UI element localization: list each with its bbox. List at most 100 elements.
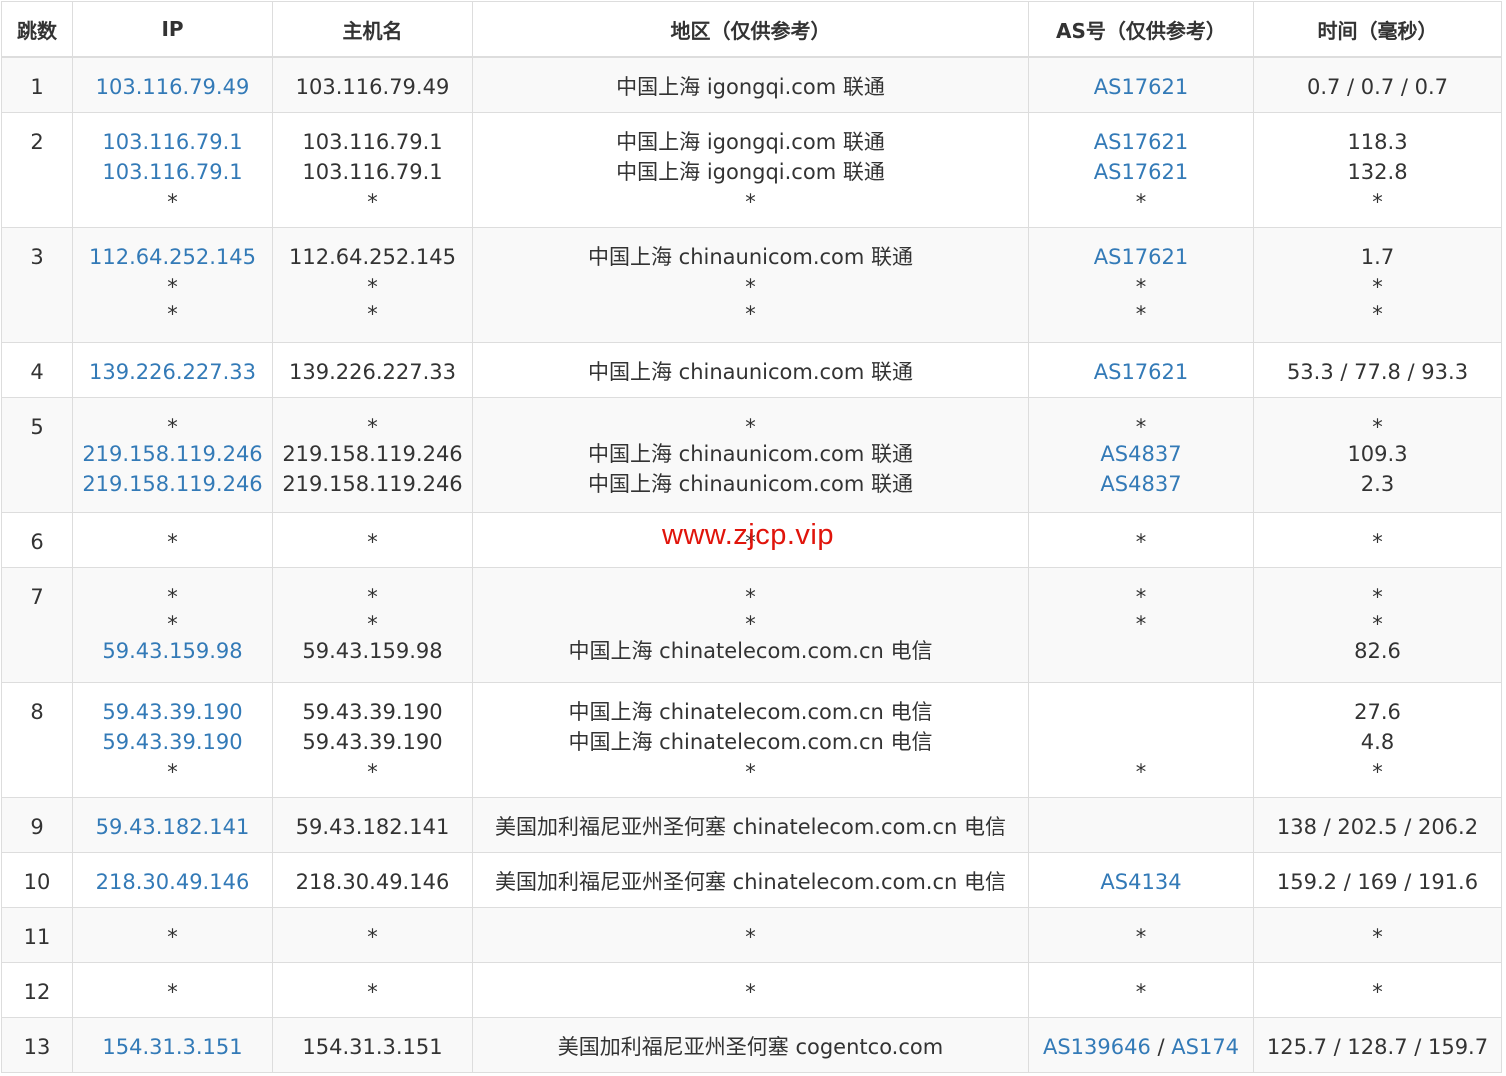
as-line [1029,727,1253,757]
ip-link[interactable]: 112.64.252.145 [89,245,256,269]
hop-number: 1 [30,75,44,99]
hop-cell: 3 [1,226,73,343]
ip-link[interactable]: 218.30.49.146 [96,870,250,894]
hostname-cell: 112.64.252.145 * * [272,226,473,343]
ip-line: * [167,274,178,299]
ip-link[interactable]: 154.31.3.151 [102,1035,242,1059]
hostname-cell: * 219.158.119.246 219.158.119.246 [272,396,473,513]
table-row: 9 59.43.182.141 59.43.182.141 美国加利福尼亚州圣何塞 c… [1,796,1502,853]
ip-cell: 59.43.39.190 59.43.39.190 * [72,681,273,798]
as-value: * [1135,274,1147,299]
hostname-line: 103.116.79.1 [302,129,443,154]
as-cell: AS17621 [1028,341,1254,398]
time-line: 159.2 / 169 / 191.6 [1276,869,1479,894]
time-cell: * 109.3 2.3 [1253,396,1502,513]
time-line: * [1372,924,1383,949]
region-line: * [745,924,756,949]
hostname-line: 59.43.159.98 [302,638,443,663]
ip-link[interactable]: 139.226.227.33 [89,360,256,384]
hop-number: 2 [30,129,44,154]
as-value: * [1135,414,1147,439]
hostname-line: * [367,924,378,949]
table-body: 1 103.116.79.49 103.116.79.49 中国上海 igongqi.… [1,56,1502,1073]
hostname-line: 139.226.227.33 [289,359,456,384]
hop-number: 13 [23,1034,51,1059]
time-line: 4.8 [1360,729,1395,754]
region-line: 中国上海 chinaunicom.com 联通 [587,244,914,269]
hostname-cell: * [272,961,473,1018]
as-link[interactable]: AS174 [1171,1035,1239,1059]
as-line: AS17621 [1029,242,1253,272]
as-line: * [1029,412,1253,439]
time-line: 2.3 [1360,471,1395,496]
ip-line: * [167,414,178,439]
as-link[interactable]: AS4837 [1100,472,1181,496]
ip-link[interactable]: 59.43.39.190 [102,700,242,724]
hostname-line: 59.43.39.190 [302,699,443,724]
region-line: * [745,301,756,326]
ip-line: * [167,301,178,326]
region-line: 美国加利福尼亚州圣何塞 chinatelecom.com.cn 电信 [494,814,1007,839]
table-row: 10 218.30.49.146 218.30.49.146 美国加利福尼亚州圣何塞 … [1,851,1502,908]
as-line [1029,812,1253,842]
as-line: * [1029,609,1253,636]
table-row: 12 * * * * * [1,961,1502,1018]
as-link[interactable]: AS17621 [1094,360,1189,384]
ip-link[interactable]: 103.116.79.49 [96,75,250,99]
as-link[interactable]: AS4837 [1100,442,1181,466]
time-line: 0.7 / 0.7 / 0.7 [1306,75,1449,99]
as-link[interactable]: AS4134 [1100,870,1181,894]
as-line: * [1029,527,1253,554]
region-line: 中国上海 igongqi.com 联通 [616,159,885,184]
as-line [1029,636,1253,666]
hostname-line: * [367,529,378,554]
ip-link[interactable]: 59.43.39.190 [102,730,242,754]
region-cell: 中国上海 igongqi.com 联通 中国上海 igongqi.com 联通 * [472,111,1029,228]
time-cell: 118.3 132.8 * [1253,111,1502,228]
ip-link[interactable]: 219.158.119.246 [82,472,262,496]
hostname-line: 103.116.79.1 [302,159,443,184]
ip-link[interactable]: 59.43.182.141 [96,815,250,839]
ip-link[interactable]: 103.116.79.1 [102,160,242,184]
region-line: 中国上海 chinatelecom.com.cn 电信 [568,729,933,754]
ip-cell: * [72,511,273,568]
as-link[interactable]: AS17621 [1094,130,1189,154]
ip-cell: 218.30.49.146 [72,851,273,908]
hostname-line: 154.31.3.151 [302,1034,443,1059]
as-cell: AS17621 AS17621 * [1028,111,1254,228]
as-line: AS4134 [1029,867,1253,897]
table-row: 6 * * * * * [1,511,1502,568]
hop-number: 5 [30,414,44,439]
hostname-line: 219.158.119.246 [282,471,463,496]
table-row: 4 139.226.227.33 139.226.227.33 中国上海 chinau… [1,341,1502,398]
as-link[interactable]: AS17621 [1094,245,1189,269]
as-link[interactable]: AS17621 [1094,75,1189,99]
hostname-line: * [367,301,378,326]
as-line: * [1029,977,1253,1004]
hop-cell: 5 [1,396,73,513]
time-cell: * * 82.6 [1253,566,1502,683]
hop-cell: 12 [1,961,73,1018]
time-line: * [1372,584,1383,609]
ip-line: * [167,979,178,1004]
hostname-cell: 139.226.227.33 [272,341,473,398]
ip-link[interactable]: 219.158.119.246 [82,442,262,466]
time-line: * [1372,189,1383,214]
as-link[interactable]: AS17621 [1094,160,1189,184]
as-cell: * [1028,906,1254,963]
time-line: 27.6 [1354,699,1401,724]
header-region: 地区（仅供参考） [472,1,1029,58]
ip-line: 59.43.39.190 [73,697,272,727]
as-link[interactable]: AS139646 [1043,1035,1151,1059]
ip-link[interactable]: 59.43.159.98 [102,639,242,663]
ip-link[interactable]: 103.116.79.1 [102,130,242,154]
table-row: 11 * * * * * [1,906,1502,963]
hostname-cell: 103.116.79.49 [272,56,473,113]
hop-cell: 1 [1,56,73,113]
hostname-line: 59.43.182.141 [295,814,450,839]
hop-cell: 7 [1,566,73,683]
time-cell: 53.3 / 77.8 / 93.3 [1253,341,1502,398]
ip-line: 218.30.49.146 [73,867,272,897]
ip-line: 103.116.79.1 [73,127,272,157]
hop-number: 12 [23,979,51,1004]
